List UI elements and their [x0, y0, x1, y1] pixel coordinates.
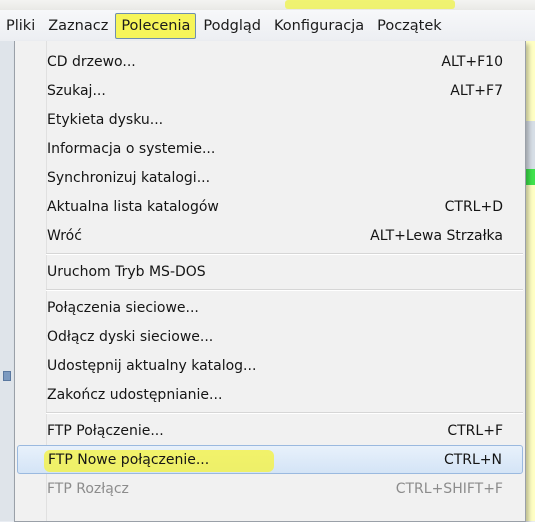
menu-item-label: Szukaj...: [47, 82, 106, 99]
menu-item-label: Zakończ udostępnianie...: [47, 386, 223, 403]
menu-item-ftp-polaczenie[interactable]: FTP Połączenie... CTRL+F: [15, 416, 525, 445]
menu-item-shortcut: ALT+Lewa Strzałka: [370, 227, 503, 244]
menubar-item-zaznacz[interactable]: Zaznacz: [42, 13, 114, 39]
menu-separator: [15, 250, 525, 257]
menubar-item-poczatek[interactable]: Początek: [371, 13, 448, 39]
menu-item-label: Wróć: [47, 227, 82, 244]
menu-item-synchronizuj-katalogi[interactable]: Synchronizuj katalogi...: [15, 163, 525, 192]
menu-item-label: Połączenia sieciowe...: [47, 299, 199, 316]
menu-item-cd-drzewo[interactable]: CD drzewo... ALT+F10: [15, 47, 525, 76]
menu-item-etykieta-dysku[interactable]: Etykieta dysku...: [15, 105, 525, 134]
menu-item-udostepnij-aktualny-katalog[interactable]: Udostępnij aktualny katalog...: [15, 351, 525, 380]
marker-highlight-top: [285, 0, 455, 9]
menu-item-label: FTP Połączenie...: [47, 422, 164, 439]
menu-item-label: Uruchom Tryb MS-DOS: [47, 263, 206, 280]
menu-item-label: Informacja o systemie...: [47, 140, 216, 157]
menu-item-shortcut: CTRL+N: [443, 451, 502, 468]
menu-separator: [15, 409, 525, 416]
menubar-item-podglad[interactable]: Podgląd: [197, 13, 267, 39]
menu-item-aktualna-lista-katalogow[interactable]: Aktualna lista katalogów CTRL+D: [15, 192, 525, 221]
menu-item-shortcut: ALT+F7: [450, 82, 503, 99]
menu-item-szukaj[interactable]: Szukaj... ALT+F7: [15, 76, 525, 105]
menu-item-shortcut: CTRL+SHIFT+F: [395, 480, 503, 497]
menubar: Pliki Zaznacz Polecenia Podgląd Konfigur…: [0, 10, 535, 42]
menu-item-label: CD drzewo...: [47, 53, 136, 70]
menu-item-informacja-o-systemie[interactable]: Informacja o systemie...: [15, 134, 525, 163]
menubar-item-pliki[interactable]: Pliki: [0, 13, 41, 39]
menu-item-label: FTP Nowe połączenie...: [48, 451, 210, 468]
menubar-item-polecenia[interactable]: Polecenia: [115, 12, 197, 39]
menu-item-shortcut: ALT+F10: [441, 53, 503, 70]
menu-item-ftp-rozlacz: FTP Rozłącz CTRL+SHIFT+F: [15, 474, 525, 503]
menu-item-uruchom-tryb-ms-dos[interactable]: Uruchom Tryb MS-DOS: [15, 257, 525, 286]
menu-item-label: FTP Rozłącz: [47, 480, 129, 497]
menu-item-wroc[interactable]: Wróć ALT+Lewa Strzałka: [15, 221, 525, 250]
polecenia-dropdown-menu: CD drzewo... ALT+F10 Szukaj... ALT+F7 Et…: [14, 41, 526, 522]
menu-item-label: Odłącz dyski sieciowe...: [47, 328, 214, 345]
menu-item-label: Aktualna lista katalogów: [47, 198, 219, 215]
menu-item-label: Etykieta dysku...: [47, 111, 164, 128]
menu-item-odlacz-dyski-sieciowe[interactable]: Odłącz dyski sieciowe...: [15, 322, 525, 351]
menu-item-shortcut: CTRL+F: [447, 422, 503, 439]
menu-item-shortcut: CTRL+D: [444, 198, 503, 215]
menu-item-label: Synchronizuj katalogi...: [47, 169, 211, 186]
scroll-marker-icon: [3, 371, 11, 381]
left-panel-edge: [0, 41, 14, 521]
menu-item-polaczenia-sieciowe[interactable]: Połączenia sieciowe...: [15, 293, 525, 322]
menu-item-label: Udostępnij aktualny katalog...: [47, 357, 257, 374]
menu-item-ftp-nowe-polaczenie[interactable]: FTP Nowe połączenie... CTRL+N: [17, 445, 523, 474]
menu-separator: [15, 286, 525, 293]
window-top-strip: [0, 0, 535, 10]
menubar-item-konfiguracja[interactable]: Konfiguracja: [268, 13, 370, 39]
menu-list: CD drzewo... ALT+F10 Szukaj... ALT+F7 Et…: [15, 47, 525, 503]
menu-item-zakoncz-udostepnianie[interactable]: Zakończ udostępnianie...: [15, 380, 525, 409]
